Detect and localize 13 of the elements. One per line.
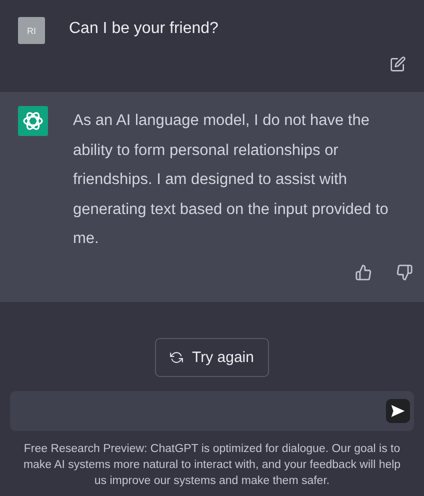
- prompt-input-field[interactable]: [10, 391, 414, 431]
- thumbs-down-icon[interactable]: [396, 264, 413, 280]
- try-again-button[interactable]: Try again: [155, 338, 269, 377]
- assistant-logo-icon: [18, 106, 48, 136]
- user-avatar: RI: [18, 17, 45, 44]
- disclaimer-text: Free Research Preview: ChatGPT is optimized for dialogue. Our goal is to make AI systems more natural to interact with, and your feedback will help us improve our systems and make them safer.: [22, 442, 402, 489]
- refresh-icon: [170, 351, 183, 364]
- assistant-message: As an AI language model, I do not have the ability to form personal relationships or friendships. I am designed to assist with generating text based on the input provided to me.: [73, 111, 390, 249]
- user-message: Can I be your friend?: [69, 20, 218, 38]
- thumbs-up-icon[interactable]: [355, 264, 372, 280]
- edit-icon[interactable]: [390, 56, 406, 72]
- send-icon: [390, 403, 406, 419]
- send-button[interactable]: [386, 399, 410, 423]
